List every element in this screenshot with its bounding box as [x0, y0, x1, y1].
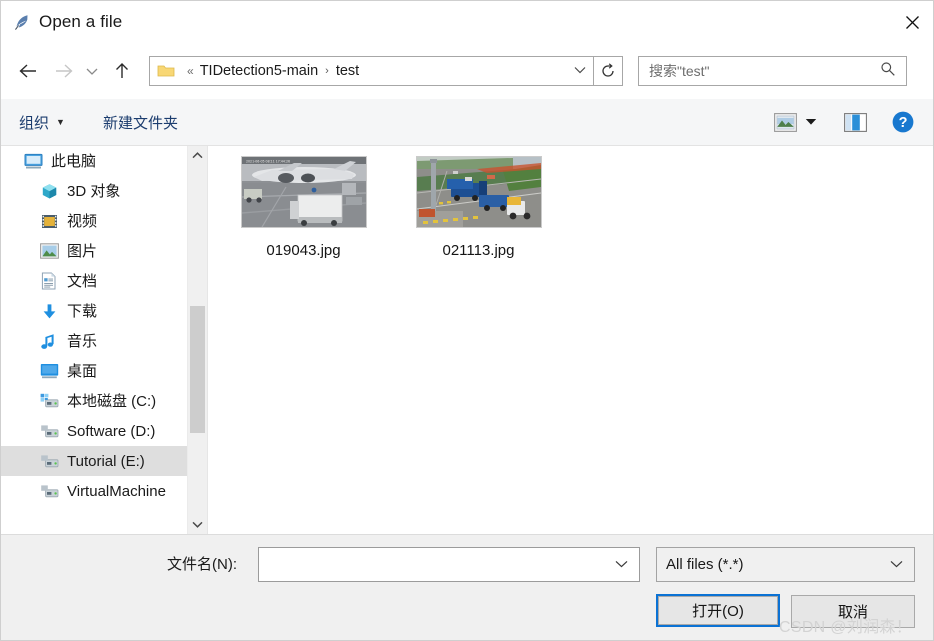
organize-label: 组织 [19, 114, 50, 132]
new-folder-label: 新建文件夹 [102, 114, 178, 132]
view-options-chevron-down-icon[interactable] [801, 107, 821, 137]
file-name-label: 021113.jpg [442, 242, 515, 259]
sidebar-item-downloads[interactable]: 下载 [1, 296, 187, 326]
organize-button[interactable]: 组织 ▼ [19, 112, 65, 133]
up-arrow-icon[interactable] [107, 56, 137, 86]
breadcrumb: « TIDetection5-main › test [181, 63, 359, 79]
chevron-down-icon[interactable] [615, 559, 628, 571]
open-button-label: 打开(O) [692, 603, 744, 620]
file-type-dropdown[interactable]: All files (*.*) [656, 547, 915, 582]
sidebar-item-desktop[interactable]: 桌面 [1, 356, 187, 386]
preview-pane-icon[interactable] [839, 107, 871, 137]
sidebar-item-label: 下载 [67, 302, 98, 320]
svg-text:?: ? [899, 115, 908, 131]
search-icon [880, 61, 896, 82]
sidebar-item-3d-objects[interactable]: 3D 对象 [1, 176, 187, 206]
sidebar-item-label: 图片 [67, 242, 98, 260]
dialog-body: 此电脑 3D 对象 视频 图片 文档 下载 音乐 桌面 本地磁盘 (C:) So… [1, 146, 933, 534]
local-disk-icon [39, 392, 59, 410]
sidebar-item-label: 本地磁盘 (C:) [67, 392, 157, 410]
sidebar-item-label: Tutorial (E:) [67, 452, 145, 470]
filename-label: 文件名(N): [167, 556, 237, 573]
folder-icon [157, 63, 175, 79]
file-type-value: All files (*.*) [666, 556, 744, 573]
desktop-icon [39, 362, 59, 380]
sidebar-item-software-d[interactable]: Software (D:) [1, 416, 187, 446]
this-pc-icon [23, 152, 43, 170]
sidebar-item-tutorial-e[interactable]: Tutorial (E:) [1, 446, 187, 476]
breadcrumb-overflow[interactable]: « [187, 64, 194, 78]
videos-icon [39, 212, 59, 230]
3d-objects-icon [39, 182, 59, 200]
navigation-sidebar: 此电脑 3D 对象 视频 图片 文档 下载 音乐 桌面 本地磁盘 (C:) So… [1, 146, 187, 534]
search-box[interactable]: 搜索"test" [638, 56, 907, 86]
refresh-button[interactable] [593, 56, 623, 86]
documents-icon [39, 272, 59, 290]
sidebar-item-local-disk-c[interactable]: 本地磁盘 (C:) [1, 386, 187, 416]
downloads-icon [39, 302, 59, 320]
scroll-up-arrow-icon[interactable] [188, 146, 207, 165]
toolbar-right-group: ? [769, 107, 919, 137]
navigation-bar: « TIDetection5-main › test 搜索"test" [1, 43, 933, 99]
breadcrumb-separator: › [325, 65, 329, 77]
new-folder-button[interactable]: 新建文件夹 [103, 112, 178, 133]
sidebar-item-label: 音乐 [67, 332, 98, 350]
title-bar: Open a file [1, 1, 933, 43]
sidebar-item-label: 文档 [67, 272, 98, 290]
picture-view-icon[interactable] [769, 107, 801, 137]
file-name-label: 019043.jpg [266, 242, 341, 259]
pictures-icon [39, 242, 59, 260]
chevron-down-icon: ▼ [56, 117, 65, 127]
feather-quill-icon [11, 11, 33, 33]
address-bar[interactable]: « TIDetection5-main › test [149, 56, 594, 86]
sidebar-item-label: 桌面 [67, 362, 98, 380]
sidebar-item-music[interactable]: 音乐 [1, 326, 187, 356]
forward-arrow-icon[interactable] [49, 56, 79, 86]
watermark: CSDN @刘润森！ [779, 619, 913, 636]
sidebar-item-label: 此电脑 [51, 152, 97, 170]
music-icon [39, 332, 59, 350]
file-item[interactable]: 021113.jpg [401, 156, 556, 259]
window-title: Open a file [39, 12, 123, 31]
recent-locations-chevron-down-icon[interactable] [81, 56, 103, 86]
drive-icon [39, 482, 59, 500]
file-item[interactable]: 2021-06-05 08:11 17:44:26 019043.jpg [226, 156, 381, 259]
sidebar-item-this-pc[interactable]: 此电脑 [1, 146, 187, 176]
command-toolbar: 组织 ▼ 新建文件夹 ? [1, 99, 933, 146]
scrollbar-thumb[interactable] [190, 306, 205, 433]
sidebar-item-videos[interactable]: 视频 [1, 206, 187, 236]
sidebar-item-pictures[interactable]: 图片 [1, 236, 187, 266]
sidebar-scrollbar[interactable] [187, 146, 207, 534]
sidebar-item-label: 视频 [67, 212, 98, 230]
drive-icon [39, 422, 59, 440]
sidebar-item-label: VirtualMachine [67, 482, 166, 500]
address-dropdown-chevron-down-icon[interactable] [567, 65, 593, 77]
file-grid: 2021-06-05 08:11 17:44:26 019043.jpg 021… [208, 146, 933, 259]
highway-toll-photo [415, 156, 542, 228]
close-button[interactable] [889, 1, 933, 43]
scroll-down-arrow-icon[interactable] [188, 515, 207, 534]
back-arrow-icon[interactable] [13, 56, 43, 86]
drive-icon [39, 452, 59, 470]
airport-apron-photo: 2021-06-05 08:11 17:44:26 [240, 156, 367, 228]
sidebar-item-label: 3D 对象 [67, 182, 121, 200]
help-question-icon[interactable]: ? [887, 107, 919, 137]
open-button[interactable]: 打开(O) [656, 594, 780, 627]
breadcrumb-item-0[interactable]: TIDetection5-main [200, 63, 318, 79]
sidebar-item-label: Software (D:) [67, 422, 156, 440]
svg-text:2021-06-05 08:11 17:44:26: 2021-06-05 08:11 17:44:26 [246, 159, 290, 163]
open-file-dialog: Open a file « TIDetection5-main › test 搜… [0, 0, 934, 641]
breadcrumb-item-1[interactable]: test [336, 63, 359, 79]
chevron-down-icon[interactable] [890, 559, 903, 571]
search-input[interactable]: 搜索"test" [649, 61, 710, 81]
filename-input[interactable] [258, 547, 640, 582]
sidebar-item-virtualmachine[interactable]: VirtualMachine [1, 476, 187, 506]
sidebar-item-documents[interactable]: 文档 [1, 266, 187, 296]
file-list-pane[interactable]: 2021-06-05 08:11 17:44:26 019043.jpg 021… [208, 146, 933, 534]
